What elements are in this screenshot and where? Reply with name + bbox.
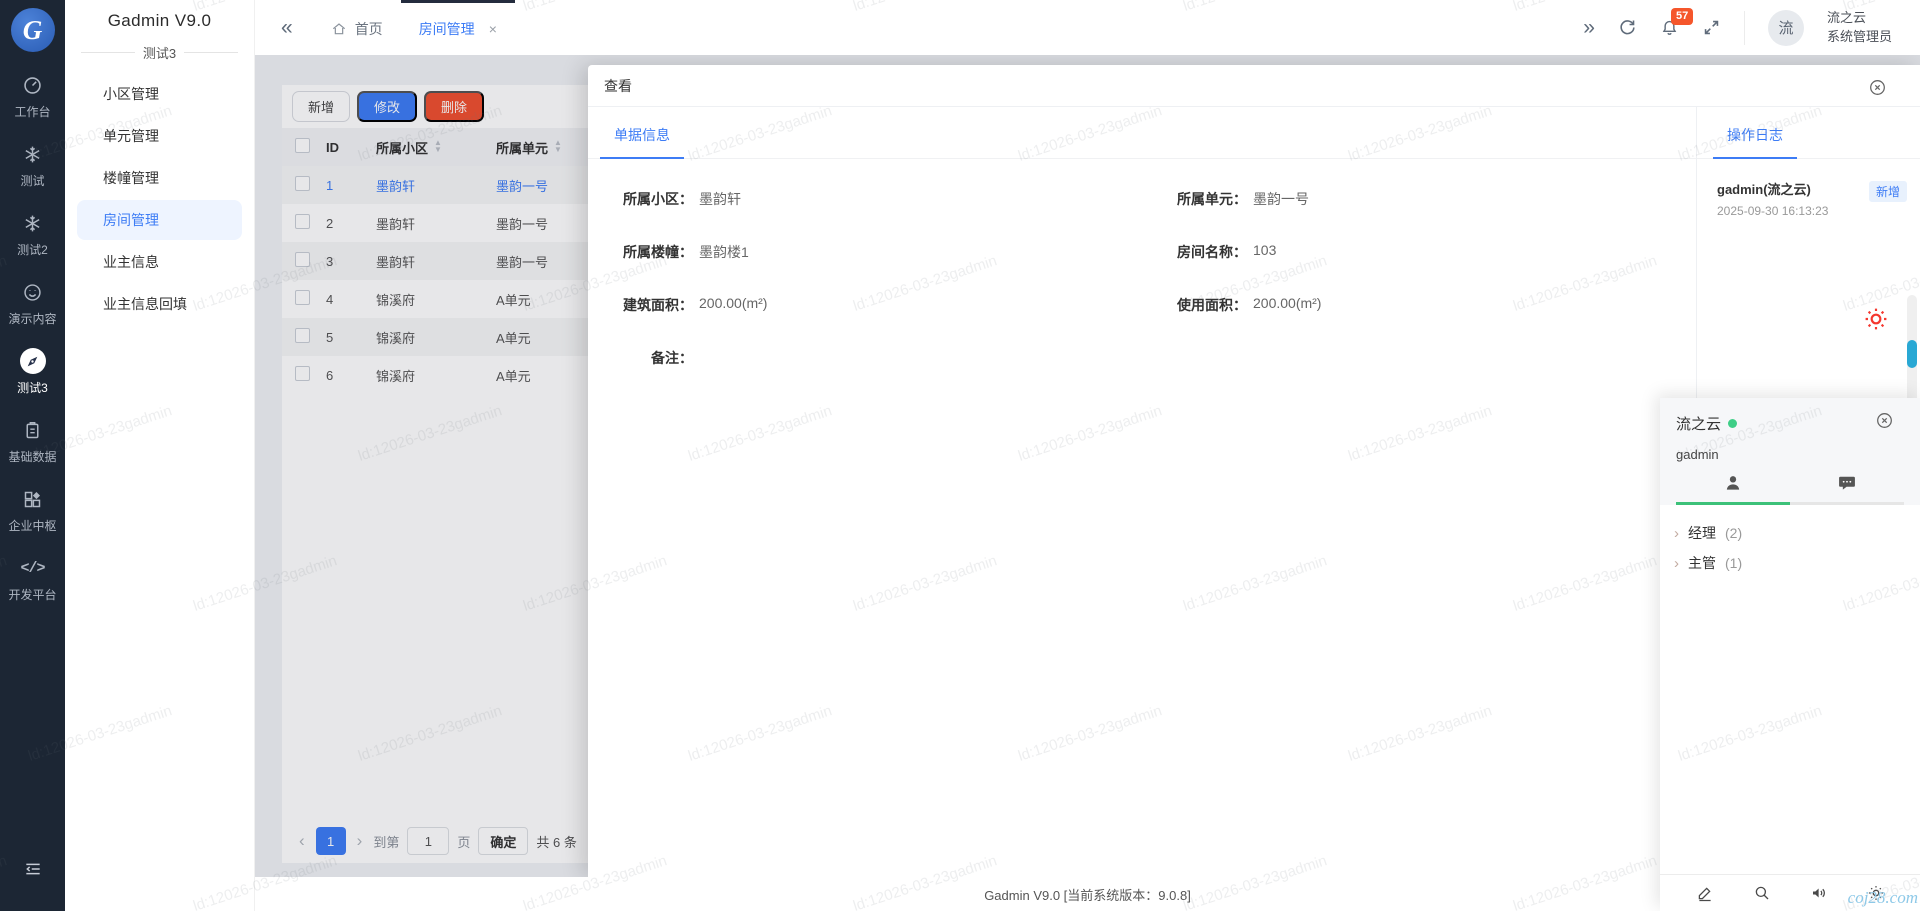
sidebar-item-unit[interactable]: 单元管理 bbox=[77, 116, 242, 156]
chevron-right-icon: › bbox=[1674, 555, 1679, 572]
contact-tree: › 经理 (2) › 主管 (1) bbox=[1660, 505, 1920, 874]
sidebar-item-owner-backfill[interactable]: 业主信息回填 bbox=[77, 284, 242, 324]
divider bbox=[184, 52, 238, 53]
sidebar-item-room[interactable]: 房间管理 bbox=[77, 200, 242, 240]
site-watermark: coj28.com bbox=[1848, 888, 1918, 908]
log-entry: gadmin(流之云) 2025-09-30 16:13:23 新增 bbox=[1717, 179, 1907, 218]
smiley-icon bbox=[20, 279, 46, 305]
topbar: « 首页 房间管理 × » 57 流 流之云 系统管理员 bbox=[255, 0, 1920, 55]
field-building: 所属楼幢： 墨韵楼1 bbox=[588, 242, 1142, 262]
field-community: 所属小区： 墨韵轩 bbox=[588, 189, 1142, 209]
online-status-dot bbox=[1728, 419, 1737, 428]
document-info-section: 单据信息 所属小区： 墨韵轩 所属单元： 墨韵一号 所属楼幢： bbox=[588, 107, 1696, 877]
snowflake-icon bbox=[20, 210, 46, 236]
rail-item-basedata[interactable]: 基础数据 bbox=[0, 407, 65, 476]
contact-tabs bbox=[1676, 473, 1904, 505]
user-name: 流之云 bbox=[1827, 9, 1892, 28]
log-tabs: 操作日志 bbox=[1697, 107, 1920, 159]
field-unit: 所属单元： 墨韵一号 bbox=[1142, 189, 1696, 209]
tab-contacts[interactable] bbox=[1676, 473, 1790, 505]
tree-group-supervisor[interactable]: › 主管 (1) bbox=[1660, 548, 1920, 578]
user-avatar[interactable]: 流 bbox=[1768, 10, 1804, 46]
rail-item-label: 测试2 bbox=[17, 241, 48, 258]
rail-item-devplatform[interactable]: </> 开发平台 bbox=[0, 545, 65, 614]
rail-item-label: 基础数据 bbox=[8, 448, 56, 465]
user-info[interactable]: 流之云 系统管理员 bbox=[1827, 9, 1892, 47]
modal-header: 查看 bbox=[588, 65, 1920, 107]
rail-item-demo[interactable]: 演示内容 bbox=[0, 269, 65, 338]
tab-close-icon[interactable]: × bbox=[489, 21, 497, 37]
tab-home[interactable]: 首页 bbox=[313, 0, 401, 55]
menu-group-title: 测试3 bbox=[81, 43, 238, 62]
sidebar-collapse-icon[interactable]: « bbox=[281, 16, 293, 40]
dashboard-icon bbox=[20, 72, 46, 98]
sidebar-menu: 小区管理 单元管理 楼幢管理 房间管理 业主信息 业主信息回填 bbox=[65, 74, 254, 324]
log-time: 2025-09-30 16:13:23 bbox=[1717, 204, 1859, 218]
close-icon[interactable] bbox=[1868, 78, 1887, 97]
notification-badge: 57 bbox=[1671, 8, 1693, 25]
chevron-right-icon: › bbox=[1674, 525, 1679, 542]
signature-pencil-icon[interactable] bbox=[1696, 884, 1714, 902]
home-icon bbox=[331, 21, 347, 37]
contact-panel: 流之云 gadmin › 经理 (2) › 主管 (1) bbox=[1660, 398, 1920, 911]
notification-bell-icon[interactable]: 57 bbox=[1660, 18, 1679, 37]
tab-room-management[interactable]: 房间管理 × bbox=[401, 0, 515, 55]
sidebar-item-owner[interactable]: 业主信息 bbox=[77, 242, 242, 282]
app-title: Gadmin V9.0 bbox=[65, 0, 254, 31]
field-building-area: 建筑面积： 200.00(m²) bbox=[588, 295, 1142, 315]
snowflake-icon bbox=[20, 141, 46, 167]
rail-item-test2[interactable]: 测试2 bbox=[0, 200, 65, 269]
rail-item-test[interactable]: 测试 bbox=[0, 131, 65, 200]
field-room-name: 房间名称： 103 bbox=[1142, 242, 1696, 262]
menu-sidebar: Gadmin V9.0 测试3 小区管理 单元管理 楼幢管理 房间管理 业主信息… bbox=[65, 0, 255, 911]
detail-form: 所属小区： 墨韵轩 所属单元： 墨韵一号 所属楼幢： 墨韵楼1 房间名称： bbox=[588, 159, 1696, 368]
log-action-badge: 新增 bbox=[1869, 181, 1907, 202]
close-icon[interactable] bbox=[1875, 411, 1894, 430]
icon-rail: G 工作台 测试 测试2 演示内容 测试3 基础数据 bbox=[0, 0, 65, 911]
appstore-icon bbox=[20, 486, 46, 512]
sidebar-item-building[interactable]: 楼幢管理 bbox=[77, 158, 242, 198]
modal-title: 查看 bbox=[604, 76, 632, 96]
divider bbox=[81, 52, 135, 53]
contact-panel-header: 流之云 gadmin bbox=[1660, 398, 1920, 505]
speaker-icon[interactable] bbox=[1810, 884, 1828, 902]
user-role: 系统管理员 bbox=[1827, 28, 1892, 47]
contact-account: gadmin bbox=[1676, 447, 1904, 462]
rail-item-label: 演示内容 bbox=[8, 310, 56, 327]
rail-item-workbench[interactable]: 工作台 bbox=[0, 62, 65, 131]
app-logo[interactable]: G bbox=[11, 8, 55, 52]
divider bbox=[1744, 11, 1745, 45]
rail-item-label: 测试 bbox=[20, 172, 44, 189]
tree-group-manager[interactable]: › 经理 (2) bbox=[1660, 518, 1920, 548]
scrollbar-thumb[interactable] bbox=[1907, 340, 1917, 368]
refresh-icon[interactable] bbox=[1618, 18, 1637, 37]
rail-item-label: 工作台 bbox=[14, 103, 50, 120]
person-icon bbox=[1723, 473, 1743, 493]
fullscreen-icon[interactable] bbox=[1702, 18, 1721, 37]
topbar-actions: » 57 流 流之云 系统管理员 bbox=[1583, 0, 1920, 55]
rail-item-label: 测试3 bbox=[17, 379, 48, 396]
sidebar-item-community[interactable]: 小区管理 bbox=[77, 74, 242, 114]
tab-operation-log[interactable]: 操作日志 bbox=[1713, 125, 1797, 159]
rail-item-enterprise[interactable]: 企业中枢 bbox=[0, 476, 65, 545]
modal-tabs: 单据信息 bbox=[588, 107, 1696, 159]
rail-item-test3[interactable]: 测试3 bbox=[0, 338, 65, 407]
tabs-more-icon[interactable]: » bbox=[1583, 16, 1595, 40]
contact-title: 流之云 bbox=[1676, 413, 1721, 434]
clipboard-icon bbox=[20, 417, 46, 443]
log-user: gadmin(流之云) bbox=[1717, 179, 1859, 198]
rail-item-label: 开发平台 bbox=[8, 586, 56, 603]
field-remark: 备注： bbox=[588, 348, 1142, 368]
theme-settings-gear-icon[interactable] bbox=[1863, 306, 1889, 332]
tab-document-info[interactable]: 单据信息 bbox=[600, 125, 684, 159]
code-icon: </> bbox=[20, 555, 46, 581]
chat-bubble-icon bbox=[1837, 473, 1857, 493]
compass-icon bbox=[20, 348, 46, 374]
menu-fold-icon[interactable] bbox=[0, 859, 65, 879]
field-usable-area: 使用面积： 200.00(m²) bbox=[1142, 295, 1696, 315]
tab-messages[interactable] bbox=[1790, 473, 1904, 505]
rail-item-label: 企业中枢 bbox=[8, 517, 56, 534]
search-icon[interactable] bbox=[1753, 884, 1771, 902]
